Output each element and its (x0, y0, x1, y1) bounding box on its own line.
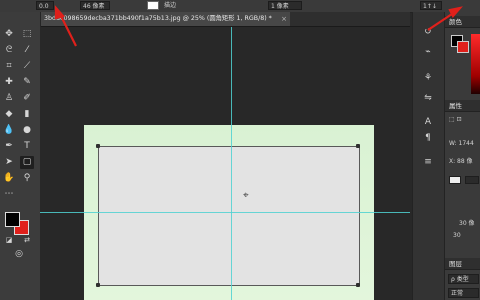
annotation-arrow-right (427, 11, 456, 31)
annotation-arrow-left (59, 13, 77, 47)
annotation-arrowhead-right (448, 6, 463, 18)
annotation-arrows (54, 5, 463, 47)
annotation-arrowhead-left (54, 5, 65, 20)
